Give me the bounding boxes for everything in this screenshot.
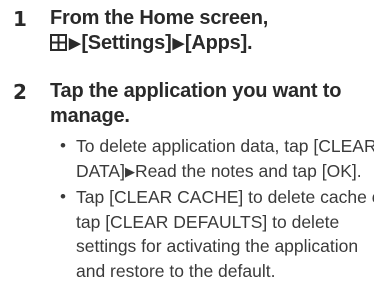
bullet-icon: •	[60, 187, 66, 206]
list-item-text: DATA]▶Read the notes and tap [OK].	[76, 159, 372, 185]
step-title: Tap the application you want to manage.	[50, 79, 366, 129]
step-number: 2	[13, 80, 27, 104]
list-item-text: and restore to the default.	[76, 260, 276, 281]
instruction-list: • To delete application data, tap [CLEAR…	[60, 134, 374, 284]
arrow-icon: ▶	[172, 35, 185, 52]
step-title-line: From the Home screen,	[50, 7, 269, 29]
step-title-line: Tap the application you want to	[50, 80, 342, 102]
step-title: From the Home screen, ▶[Settings]▶[Apps]…	[50, 6, 366, 56]
list-item-text-part: DATA]	[76, 160, 125, 181]
arrow-icon: ▶	[124, 163, 135, 179]
list-item: • Tap [CLEAR CACHE] to delete cache or t…	[60, 185, 374, 283]
list-item-text: tap [CLEAR DEFAULTS] to delete	[76, 211, 340, 232]
arrow-icon: ▶	[69, 35, 81, 52]
step-title-path: ▶[Settings]▶[Apps].	[50, 31, 366, 56]
bullet-icon: •	[60, 136, 66, 155]
list-item-text: Tap [CLEAR CACHE] to delete cache or	[76, 187, 374, 207]
list-item: • To delete application data, tap [CLEAR…	[60, 134, 374, 185]
list-item-text: To delete application data, tap [CLEAR	[76, 136, 374, 156]
apps-grid-icon	[50, 34, 67, 51]
apps-path-label: [Apps].	[184, 32, 253, 54]
list-item-text-part: Read the notes and tap [OK].	[134, 160, 362, 181]
step-title-line: manage.	[50, 105, 130, 127]
step-number: 1	[13, 7, 27, 31]
settings-path-label: [Settings]	[81, 32, 172, 54]
list-item-text: settings for activating the application	[76, 236, 359, 256]
